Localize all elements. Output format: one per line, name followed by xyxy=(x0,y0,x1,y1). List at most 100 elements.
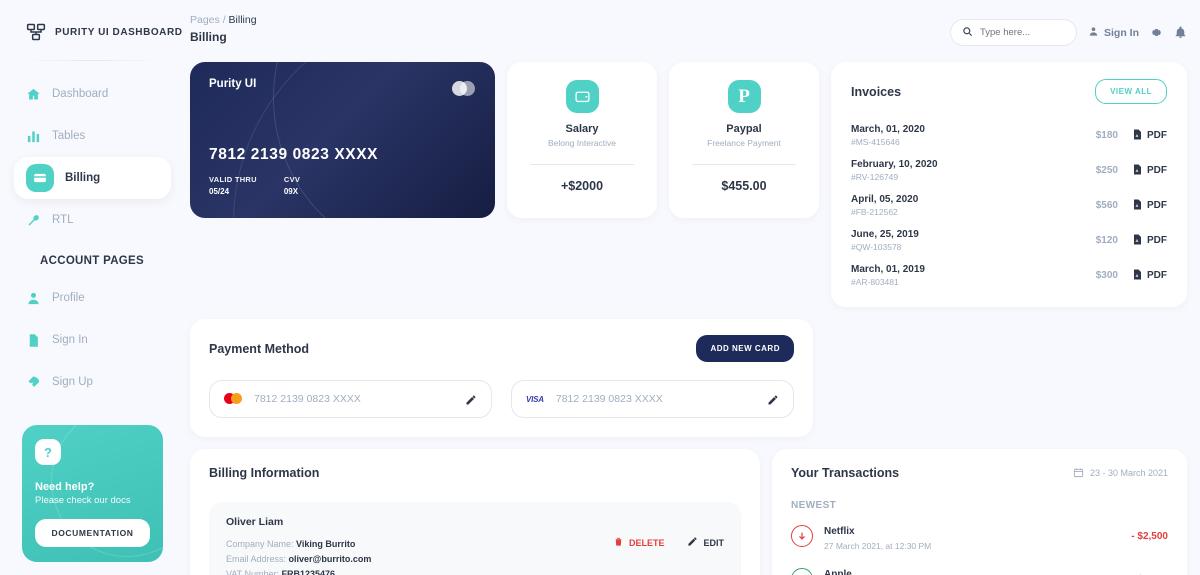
rocket-icon xyxy=(26,375,41,390)
transaction-name: Apple xyxy=(824,569,852,575)
visa-icon: VISA xyxy=(526,394,544,404)
invoice-id: #QW-103578 xyxy=(851,242,902,252)
help-card: ? Need help? Please check our docs DOCUM… xyxy=(22,425,163,562)
stat-name: Paypal xyxy=(726,123,762,135)
cvv-block: CVV 09X xyxy=(284,175,300,196)
sidebar-item-profile[interactable]: Profile xyxy=(14,277,171,319)
pdf-label: PDF xyxy=(1147,165,1167,176)
payment-card-mastercard[interactable]: 7812 2139 0823 XXXX xyxy=(209,380,492,418)
pdf-label: PDF xyxy=(1147,200,1167,211)
sidebar-item-tables[interactable]: Tables xyxy=(14,115,171,157)
sidebar-item-signup[interactable]: Sign Up xyxy=(14,361,171,403)
billing-person-name: Oliver Liam xyxy=(226,516,284,528)
edit-button[interactable]: EDIT xyxy=(687,536,724,549)
pdf-download-button[interactable]: A PDF xyxy=(1131,198,1167,214)
invoice-info: February, 10, 2020 #RV-126749 xyxy=(851,159,938,182)
billing-row-actions: DELETE EDIT xyxy=(613,536,724,549)
email-value: oliver@burrito.com xyxy=(288,553,372,564)
invoice-row: March, 01, 2020 #MS-415646 $180 A PDF xyxy=(851,118,1167,153)
valid-thru-value: 05/24 xyxy=(209,187,230,196)
cvv-value: 09X xyxy=(283,187,299,196)
signin-button[interactable]: Sign In xyxy=(1088,26,1139,40)
invoice-id: #MS-415646 xyxy=(851,137,900,147)
sidebar-item-label: Sign In xyxy=(52,334,88,346)
stat-card-salary: Salary Belong Interactive +$2000 xyxy=(507,62,657,218)
stat-amount: $455.00 xyxy=(721,179,767,193)
invoice-actions: $180 A PDF xyxy=(1096,128,1167,144)
edit-pencil-icon[interactable] xyxy=(465,393,477,405)
arrow-down-icon xyxy=(791,525,813,547)
invoices-header: Invoices VIEW ALL xyxy=(851,79,1167,104)
billing-email-line: Email Address: oliver@burrito.com xyxy=(226,552,724,567)
pdf-download-button[interactable]: A PDF xyxy=(1131,163,1167,179)
invoice-actions: $120 A PDF xyxy=(1096,233,1167,249)
sitemap-icon xyxy=(26,22,46,42)
brand[interactable]: PURITY UI DASHBOARD xyxy=(0,18,185,42)
billing-information-panel: Billing Information Oliver Liam Company … xyxy=(190,449,760,575)
pdf-icon: A xyxy=(1131,163,1143,179)
sidebar-item-rtl[interactable]: RTL xyxy=(14,199,171,241)
calendar-icon xyxy=(1073,467,1084,480)
pdf-download-button[interactable]: A PDF xyxy=(1131,268,1167,284)
company-value: Viking Burrito xyxy=(296,539,356,549)
sidebar-item-signin[interactable]: Sign In xyxy=(14,319,171,361)
transactions-panel: Your Transactions 23 - 30 March 2021 NEW… xyxy=(772,449,1187,575)
sidebar-item-dashboard[interactable]: Dashboard xyxy=(14,73,171,115)
document-icon xyxy=(26,333,41,348)
invoice-actions: $560 A PDF xyxy=(1096,198,1167,214)
mastercard-icon xyxy=(452,80,475,98)
company-label: Company Name: xyxy=(226,539,294,549)
transactions-group-newest: NEWEST xyxy=(791,500,837,511)
sidebar: PURITY UI DASHBOARD Dashboard Tables Bil… xyxy=(0,0,185,575)
invoice-date: March, 01, 2019 xyxy=(851,264,925,275)
cvv-label: CVV xyxy=(283,175,301,184)
pdf-icon: A xyxy=(1131,268,1143,284)
transactions-date-range[interactable]: 23 - 30 March 2021 xyxy=(1073,467,1168,480)
person-icon xyxy=(26,291,41,306)
stat-name: Salary xyxy=(565,123,599,135)
vat-value: FRB1235476 xyxy=(281,568,336,575)
top-row: Purity UI 7812 2139 0823 XXXX VALID THRU… xyxy=(190,62,1187,307)
mastercard-icon xyxy=(224,390,242,408)
wrench-icon xyxy=(26,213,41,228)
invoices-panel: Invoices VIEW ALL March, 01, 2020 #MS-41… xyxy=(831,62,1187,307)
documentation-button[interactable]: DOCUMENTATION xyxy=(35,519,150,547)
signin-label: Sign In xyxy=(1104,26,1139,39)
payment-card-visa[interactable]: VISA 7812 2139 0823 XXXX xyxy=(511,380,794,418)
transaction-name: Netflix xyxy=(824,526,855,537)
delete-button[interactable]: DELETE xyxy=(613,536,664,549)
sidebar-item-label: Sign Up xyxy=(52,376,93,388)
edit-pencil-icon[interactable] xyxy=(767,393,779,405)
payment-method-panel: Payment Method ADD NEW CARD 7812 2139 08… xyxy=(190,319,813,437)
pdf-icon: A xyxy=(1131,198,1143,214)
home-icon xyxy=(26,87,41,102)
sidebar-nav: Dashboard Tables Billing RTL ACCOUNT PAG… xyxy=(0,73,185,403)
bell-icon[interactable] xyxy=(1174,26,1187,39)
help-subtitle: Please check our docs xyxy=(35,495,131,506)
pdf-label: PDF xyxy=(1147,235,1167,246)
breadcrumb-current[interactable]: Billing xyxy=(229,14,257,26)
gear-icon[interactable] xyxy=(1150,26,1163,39)
invoice-info: June, 25, 2019 #QW-103578 xyxy=(851,229,919,252)
valid-thru-block: VALID THRU 05/24 xyxy=(209,175,257,196)
search-box[interactable] xyxy=(950,19,1077,46)
invoice-amount: $250 xyxy=(1095,165,1118,176)
question-mark-icon: ? xyxy=(35,439,61,465)
pdf-icon: A xyxy=(1131,128,1143,144)
svg-text:A: A xyxy=(1136,133,1139,138)
sidebar-item-billing[interactable]: Billing xyxy=(14,157,171,199)
pdf-download-button[interactable]: A PDF xyxy=(1131,233,1167,249)
view-all-button[interactable]: VIEW ALL xyxy=(1095,79,1167,104)
invoice-info: March, 01, 2020 #MS-415646 xyxy=(851,124,925,147)
edit-pencil-icon xyxy=(687,536,698,549)
stat-subtitle: Freelance Payment xyxy=(707,138,781,148)
trash-icon xyxy=(613,536,624,549)
app-root: PURITY UI DASHBOARD Dashboard Tables Bil… xyxy=(0,0,1200,575)
search-icon xyxy=(962,24,973,42)
search-input[interactable] xyxy=(980,27,1065,38)
add-new-card-button[interactable]: ADD NEW CARD xyxy=(696,335,794,362)
invoice-amount: $560 xyxy=(1095,200,1118,211)
breadcrumb: Pages / Billing xyxy=(190,14,257,26)
breadcrumb-root[interactable]: Pages xyxy=(190,14,220,26)
pdf-download-button[interactable]: A PDF xyxy=(1131,128,1167,144)
